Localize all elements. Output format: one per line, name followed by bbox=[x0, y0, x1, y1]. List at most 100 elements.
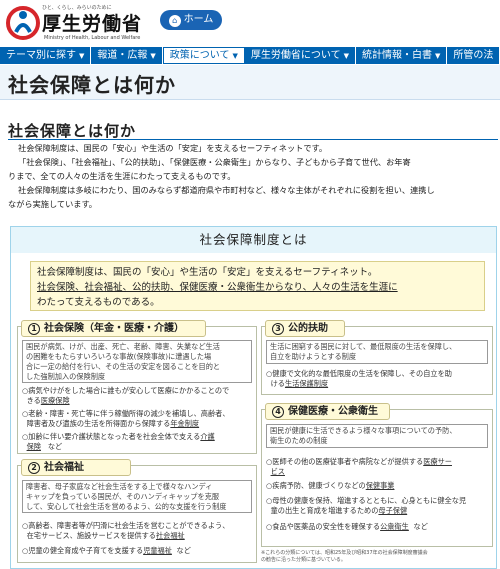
bullet-text: など bbox=[176, 546, 191, 555]
home-button[interactable]: ⌂ ホーム bbox=[160, 10, 222, 30]
circled-number: 1 bbox=[28, 323, 40, 335]
nav-item-themes[interactable]: テーマ別に探す ▼ bbox=[0, 47, 92, 64]
bullet-text: ○医師その他の医療従事者や病院などが提供する bbox=[266, 457, 424, 466]
definition-line: わたって支えるものである。 bbox=[37, 297, 160, 308]
description-line: 国民が健康に生活できるよう様々な事項についての予防、 bbox=[270, 426, 457, 435]
bullet-line: ○児童の健全育成や子育てを支援する児童福祉 など bbox=[22, 546, 254, 556]
chevron-down-icon: ▼ bbox=[79, 52, 85, 60]
public-assistance-description: 生活に困窮する国民に対して、最低限度の生活を保障し、 自立を助けようとする制度 bbox=[266, 340, 488, 364]
page-title-bar: 社会保障とは何か bbox=[0, 65, 500, 100]
bullet-line: ○老齢・障害・死亡等に伴う稼働所得の減少を補填し、高齢者、 bbox=[22, 409, 230, 418]
circled-number: 2 bbox=[28, 462, 40, 474]
medical-insurance-link[interactable]: 医療保険 bbox=[41, 396, 70, 405]
long-term-care-link[interactable]: 保険 bbox=[27, 442, 41, 451]
site-header: ひと、くらし、みらいのために 厚生労働省 Ministry of Health,… bbox=[0, 0, 500, 44]
section-intro: 社会保障制度は、国民の「安心」や生活の「安定」を支えるセーフティネットです。 「… bbox=[8, 141, 498, 211]
bullet-line: 障害者及び遺族の生活を所得面から保障する年金制度 bbox=[22, 419, 254, 429]
public-hygiene-link[interactable]: 公衆衛生 bbox=[380, 522, 409, 531]
figure-title: 社会保障制度とは bbox=[11, 227, 496, 253]
social-insurance-box: 1 社会保険（年金・医療・介護） 国民が病気、けが、出産、死亡、老齢、障害、失業な… bbox=[17, 320, 257, 454]
pension-link[interactable]: 年金制度 bbox=[170, 419, 199, 428]
bullet-line: 在宅サービス、施設サービスを提供する社会福祉 bbox=[22, 531, 254, 541]
bullet-text: ける bbox=[270, 379, 285, 388]
livelihood-protection-link[interactable]: 生活保護制度 bbox=[285, 379, 328, 388]
bullet-text: など bbox=[413, 522, 428, 531]
bullet-text: ○疾病予防、健康づくりなどの bbox=[266, 481, 366, 490]
bullet-line: ○病気やけがをした場合に誰もが安心して医療にかかることので bbox=[22, 386, 230, 395]
social-welfare-title: 社会福祉 bbox=[44, 462, 84, 473]
bullet-line: ○加齢に伴い要介護状態となった者を社会全体で支える介護 bbox=[22, 432, 254, 442]
intro-paragraph: 社会保障制度は多岐にわたり、国のみならず都道府県や市町村など、様々な主体がそれぞ… bbox=[18, 185, 435, 195]
chevron-down-icon: ▼ bbox=[343, 52, 349, 60]
nav-item-about[interactable]: 厚生労働省について ▼ bbox=[245, 47, 356, 64]
circled-number: 4 bbox=[272, 406, 284, 418]
intro-paragraph: 社会保障制度は、国民の「安心」や生活の「安定」を支えるセーフティネットです。 bbox=[18, 143, 328, 153]
footnote-line: ※これらの分類については、昭和25年及び昭和37年の社会保障制度審議会 bbox=[261, 550, 428, 556]
health-programs-link[interactable]: 保健事業 bbox=[366, 481, 395, 490]
social-welfare-description: 障害者、母子家庭など社会生活をする上で様々なハンディ キャップを負っている国民が… bbox=[22, 480, 252, 513]
bullet-line: ○高齢者、障害者等が円滑に社会生活を営むことができるよう、 bbox=[22, 521, 230, 530]
public-assistance-box: 3 公的扶助 生活に困窮する国民に対して、最低限度の生活を保障し、 自立を助けよう… bbox=[261, 320, 493, 395]
bullet-line: ○疾病予防、健康づくりなどの保健事業 bbox=[266, 481, 492, 491]
welfare-services-bullet: ○高齢者、障害者等が円滑に社会生活を営むことができるよう、 在宅サービス、施設サ… bbox=[22, 521, 254, 541]
global-nav: テーマ別に探す ▼ 報道・広報 ▼ 政策について ▼ 厚生労働省について ▼ 統計情報・… bbox=[0, 47, 500, 64]
nav-item-label: 所管の法 bbox=[453, 50, 494, 61]
description-line: キャップを負っている国民が、そのハンディキャップを克服 bbox=[26, 492, 220, 501]
social-insurance-description: 国民が病気、けが、出産、死亡、老齢、障害、失業など生活 の困難をもたらすいろいろ… bbox=[22, 340, 252, 383]
public-health-description: 国民が健康に生活できるよう様々な事項についての予防、 衛生のための制度 bbox=[266, 424, 488, 448]
home-button-label: ホーム bbox=[183, 14, 214, 25]
nav-item-label: 統計情報・白書 bbox=[361, 50, 432, 61]
social-security-figure: 社会保障制度とは 社会保障制度は、国民の「安心」や生活の「安定」を支えるセーフテ… bbox=[10, 226, 497, 569]
long-term-care-link[interactable]: 介護 bbox=[200, 432, 214, 441]
description-line: 国民が病気、けが、出産、死亡、老齢、障害、失業など生活 bbox=[26, 342, 220, 351]
description-line: 生活に困窮する国民に対して、最低限度の生活を保障し、 bbox=[270, 342, 457, 351]
bullet-line: ○健康で文化的な最低限度の生活を保障し、その自立を助 bbox=[266, 369, 452, 378]
bullet-line: ○母性の健康を保持、増進するとともに、心身ともに健全な児 bbox=[266, 496, 467, 505]
bullet-text: 障害者及び遺族の生活を所得面から保障する bbox=[26, 419, 171, 428]
nav-item-label: 政策について bbox=[169, 50, 230, 61]
nav-item-label: 報道・広報 bbox=[97, 50, 148, 61]
medical-services-link[interactable]: ビス bbox=[271, 467, 285, 476]
section-title: 社会保障とは何か bbox=[8, 122, 137, 140]
child-welfare-bullet: ○児童の健全育成や子育てを支援する児童福祉 など bbox=[22, 546, 254, 556]
description-line: して、安心して社会生活を営めるよう、公的な支援を行う制度 bbox=[26, 502, 227, 511]
public-health-box: 4 保健医療・公衆衛生 国民が健康に生活できるよう様々な事項についての予防、 衛生… bbox=[261, 403, 493, 547]
long-term-care-bullet: ○加齢に伴い要介護状態となった者を社会全体で支える介護 保険 など bbox=[22, 432, 254, 452]
public-assistance-heading: 3 公的扶助 bbox=[265, 320, 345, 337]
pension-bullet: ○老齢・障害・死亡等に伴う稼働所得の減少を補填し、高齢者、 障害者及び遺族の生活… bbox=[22, 409, 254, 429]
maternal-child-health-link[interactable]: 母子保健 bbox=[378, 506, 407, 515]
definition-line: 社会保険、社会福祉、公的扶助、保健医療・公衆衛生からなり、人々の生活を生涯に bbox=[37, 282, 398, 293]
nav-item-statistics[interactable]: 統計情報・白書 ▼ bbox=[356, 47, 448, 64]
nav-item-press[interactable]: 報道・広報 ▼ bbox=[91, 47, 163, 64]
site-logo-text[interactable]: 厚生労働省 bbox=[42, 9, 142, 36]
livelihood-protection-bullet: ○健康で文化的な最低限度の生活を保障し、その自立を助 ける生活保護制度 bbox=[266, 369, 490, 389]
medical-services-link[interactable]: 医療サー bbox=[423, 457, 452, 466]
social-welfare-link[interactable]: 社会福祉 bbox=[156, 531, 185, 540]
circled-number: 3 bbox=[272, 323, 284, 335]
bullet-line: 保険 など bbox=[22, 442, 254, 452]
home-icon: ⌂ bbox=[168, 15, 181, 27]
bullet-line: ける生活保護制度 bbox=[266, 379, 490, 389]
nav-item-label: 厚生労働省について bbox=[250, 50, 341, 61]
description-line: した強制加入の保険制度 bbox=[26, 372, 106, 381]
description-line: 自立を助けようとする制度 bbox=[270, 352, 357, 361]
public-hygiene-bullet: ○食品や医薬品の安全性を確保する公衆衛生 など bbox=[266, 522, 492, 532]
bullet-text: ○加齢に伴い要介護状態となった者を社会全体で支える bbox=[22, 432, 201, 441]
page-title: 社会保障とは何か bbox=[8, 73, 176, 97]
bullet-line: ○医師その他の医療従事者や病院などが提供する医療サー bbox=[266, 457, 492, 467]
social-welfare-box: 2 社会福祉 障害者、母子家庭など社会生活をする上で様々なハンディ キャップを負っ… bbox=[17, 459, 257, 563]
nav-item-laws[interactable]: 所管の法 bbox=[447, 47, 500, 64]
mhlw-logo-icon[interactable] bbox=[6, 6, 40, 40]
definition-box: 社会保障制度は、国民の「安心」や生活の「安定」を支えるセーフティネット。 社会保… bbox=[30, 261, 485, 311]
intro-paragraph: ながら実施しています。 bbox=[8, 199, 97, 209]
nav-item-policy[interactable]: 政策について ▼ bbox=[162, 47, 245, 64]
bullet-text: 童の出生と育成を増進するための bbox=[270, 506, 379, 515]
medical-services-bullet: ○医師その他の医療従事者や病院などが提供する医療サー ビス bbox=[266, 457, 492, 477]
public-assistance-title: 公的扶助 bbox=[288, 323, 328, 334]
child-welfare-link[interactable]: 児童福祉 bbox=[143, 546, 172, 555]
description-line: の困難をもたらすいろいろな事故(保険事故)に遭遇した場 bbox=[26, 352, 212, 361]
health-programs-bullet: ○疾病予防、健康づくりなどの保健事業 bbox=[266, 481, 492, 491]
bullet-text: 在宅サービス、施設サービスを提供する bbox=[26, 531, 156, 540]
intro-paragraph: りまで、全ての人々の生活を生涯にわたって支えるものです。 bbox=[8, 171, 236, 181]
nav-item-label: テーマ別に探す bbox=[6, 50, 76, 61]
